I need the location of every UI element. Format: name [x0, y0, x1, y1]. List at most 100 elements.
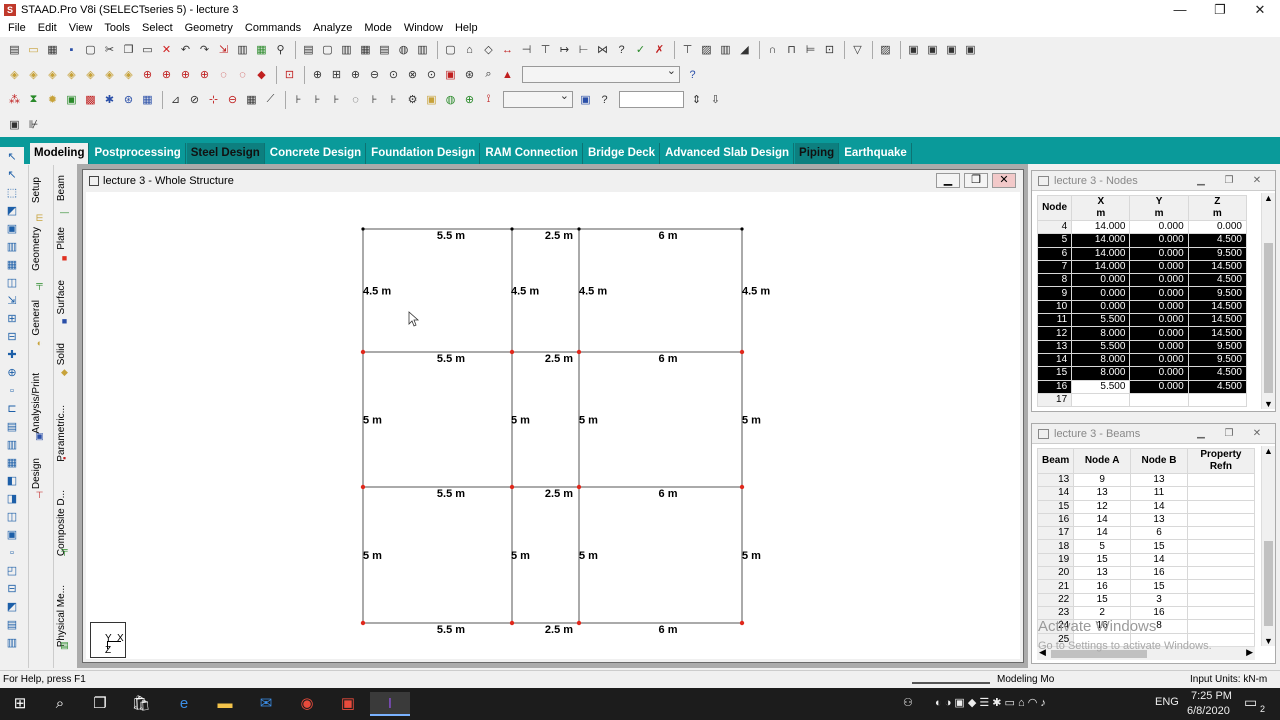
scr-a-icon[interactable]: ▣ [577, 91, 594, 108]
report-icon[interactable]: ▤ [376, 41, 393, 58]
util-b-icon[interactable]: ⊮ [25, 116, 42, 133]
menu-commands[interactable]: Commands [239, 22, 307, 34]
node-cell-x[interactable]: 14.000 [1071, 246, 1131, 261]
new-file-icon[interactable]: ▤ [6, 41, 23, 58]
beam-row[interactable]: 14 13 11 [1036, 486, 1256, 501]
tool-f-icon[interactable]: ◨ [4, 491, 20, 507]
side-tab-beam[interactable]: Beam [56, 175, 67, 201]
label-c-icon[interactable]: ⊹ [205, 91, 222, 108]
grid-cursor-icon[interactable]: ◫ [4, 275, 20, 291]
search-icon[interactable]: ⌕ [40, 692, 80, 716]
node-cell-z[interactable]: 14.500 [1187, 259, 1248, 275]
beam-cell-a[interactable]: 13 [1073, 566, 1132, 581]
node-cell-id[interactable]: 5 [1036, 233, 1073, 248]
select-nodes-icon[interactable]: ▢ [442, 41, 459, 58]
zoom-c-icon[interactable]: ⊙ [385, 66, 402, 83]
node-cell-id[interactable]: 13 [1036, 339, 1073, 354]
geom-b-icon[interactable]: ✗ [651, 41, 668, 58]
label-d-icon[interactable]: ⊖ [224, 91, 241, 108]
node-cell-z[interactable]: 9.500 [1187, 352, 1248, 368]
node-e-icon[interactable]: ▩ [82, 91, 99, 108]
nodes-minimize-button[interactable]: ▁ [1190, 174, 1212, 188]
language-indicator[interactable]: ENG [1155, 696, 1179, 708]
beam-row[interactable]: 15 12 14 [1036, 499, 1256, 514]
dim-a-icon[interactable]: ⊤ [679, 41, 696, 58]
beam-row[interactable]: 21 16 15 [1036, 579, 1256, 594]
zoom-in-icon[interactable]: ⊕ [347, 66, 364, 83]
structure-node[interactable] [360, 349, 366, 355]
label-f-icon[interactable]: ⟋ [262, 91, 279, 108]
beam-b-icon[interactable]: ⊨ [802, 41, 819, 58]
node-row[interactable]: 9 0.000 0.000 9.500 [1036, 286, 1248, 301]
add-b-icon[interactable]: ⊕ [4, 365, 20, 381]
nodes-header-x[interactable]: Xm [1071, 195, 1131, 221]
arc-icon[interactable]: ∩ [764, 41, 781, 58]
node-cell-id[interactable]: 17 [1036, 392, 1073, 408]
node-g-icon[interactable]: ⊛ [120, 91, 137, 108]
nodes-header-y[interactable]: Ym [1129, 195, 1189, 221]
structure-minimize-button[interactable]: ▁ [936, 173, 960, 188]
node-cell-y[interactable]: 0.000 [1129, 366, 1189, 381]
beam-cell-a[interactable]: 9 [1073, 472, 1132, 488]
cursor-a-icon[interactable]: ↔ [499, 41, 516, 58]
iso-f-icon[interactable]: ◈ [101, 66, 118, 83]
node-cell-x[interactable]: 0.000 [1071, 299, 1131, 315]
beam-cell-id[interactable]: 19 [1036, 552, 1075, 568]
plate-a-icon[interactable]: ▨ [877, 41, 894, 58]
iso-b-icon[interactable]: ◈ [25, 66, 42, 83]
rot-f-icon[interactable]: ◌ [234, 66, 251, 83]
side-tab-geometry[interactable]: Geometry [31, 227, 42, 271]
menu-file[interactable]: File [2, 22, 32, 34]
beam-cell-p[interactable] [1186, 552, 1256, 568]
node-cell-y[interactable]: 0.000 [1129, 259, 1189, 275]
node-cell-id[interactable]: 4 [1036, 219, 1073, 235]
node-cell-x[interactable]: 8.000 [1071, 326, 1131, 341]
print-preview-icon[interactable]: ▢ [82, 41, 99, 58]
beam-cell-p[interactable] [1186, 619, 1256, 634]
node-cell-x[interactable]: 14.000 [1071, 219, 1131, 235]
node-a-icon[interactable]: ⁂ [6, 91, 23, 108]
node-cell-z[interactable]: 14.500 [1187, 326, 1248, 341]
file-explorer-icon[interactable]: ▬ [205, 692, 245, 716]
tool-h-icon[interactable]: ▣ [4, 527, 20, 543]
node-cell-id[interactable]: 12 [1036, 326, 1073, 341]
tool-e-icon[interactable]: ◧ [4, 473, 20, 489]
node-row[interactable]: 4 14.000 0.000 0.000 [1036, 219, 1248, 235]
side-tab-general[interactable]: General [31, 300, 42, 336]
beam-cell-id[interactable]: 17 [1036, 526, 1075, 541]
zoom-e-icon[interactable]: ⊙ [423, 66, 440, 83]
beam-cell-b[interactable]: 11 [1130, 486, 1188, 501]
side-tab-solid[interactable]: Solid [56, 343, 67, 365]
scr-b-icon[interactable]: ? [596, 91, 613, 108]
beams-maximize-button[interactable]: ❐ [1218, 427, 1240, 441]
node-cell-id[interactable]: 14 [1036, 352, 1073, 368]
notification-icon[interactable]: ▭ [1244, 694, 1257, 711]
node-f-icon[interactable]: ✱ [101, 91, 118, 108]
pointer-icon[interactable]: ↖ [4, 149, 20, 165]
structure-node[interactable] [509, 620, 515, 626]
node-row[interactable]: 10 0.000 0.000 14.500 [1036, 299, 1248, 315]
store-icon[interactable]: 🛍 [121, 692, 161, 716]
node-cell-x[interactable]: 5.500 [1071, 313, 1131, 328]
zoom-b-icon[interactable]: ⊞ [328, 66, 345, 83]
mouse-cursor-icon[interactable] [408, 311, 420, 327]
tab-piping[interactable]: Piping [795, 143, 840, 164]
task-view-icon[interactable]: ❐ [80, 692, 120, 716]
zoom-f-icon[interactable]: ▣ [442, 66, 459, 83]
zoom-d-icon[interactable]: ⊗ [404, 66, 421, 83]
scroll-right-icon[interactable]: ▶ [1246, 647, 1253, 658]
beam-cell-p[interactable] [1186, 579, 1256, 594]
undo-icon[interactable]: ↶ [177, 41, 194, 58]
beam-cell-b[interactable]: 6 [1130, 526, 1188, 541]
structure-node[interactable] [361, 227, 365, 231]
beam-cell-a[interactable]: 14 [1073, 526, 1132, 541]
beam-row[interactable]: 22 15 3 [1036, 592, 1256, 607]
beam-a-icon[interactable]: ⊓ [783, 41, 800, 58]
label-b-icon[interactable]: ⊘ [186, 91, 203, 108]
node-row[interactable]: 6 14.000 0.000 9.500 [1036, 246, 1248, 261]
iso-a-icon[interactable]: ◈ [6, 66, 23, 83]
dim-d-icon[interactable]: ◢ [736, 41, 753, 58]
beam-cell-id[interactable]: 13 [1036, 472, 1075, 488]
tool-g-icon[interactable]: ◫ [4, 509, 20, 525]
paste-icon[interactable]: ▭ [139, 41, 156, 58]
